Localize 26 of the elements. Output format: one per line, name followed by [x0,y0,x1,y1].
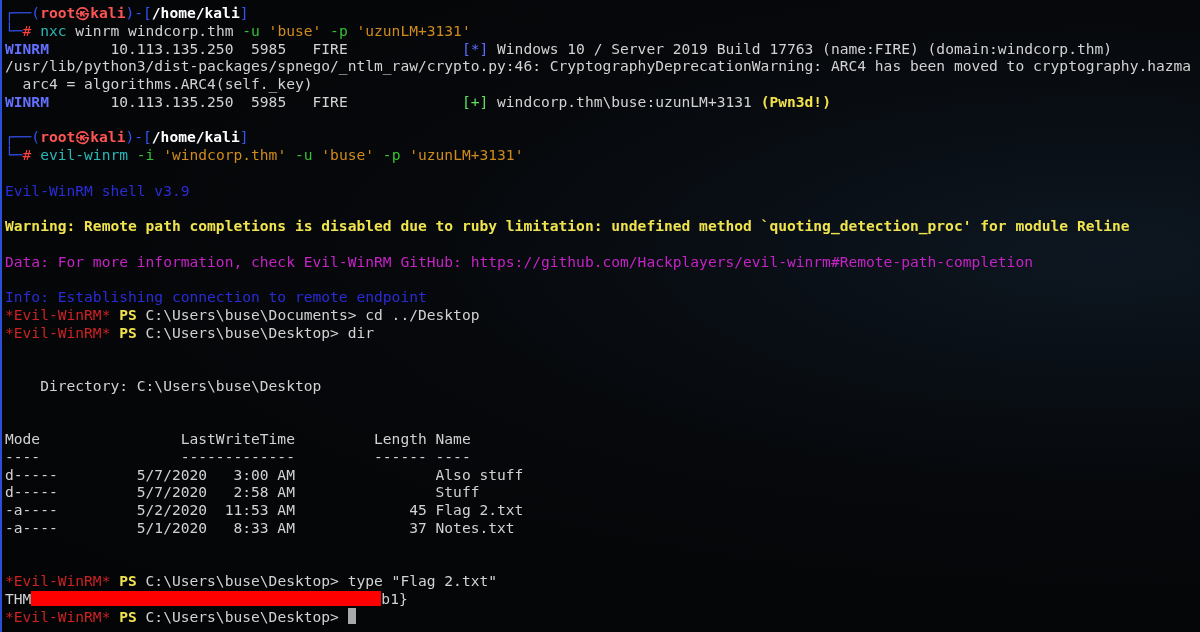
terminal-line: *Evil-WinRM* PS C:\Users\buse\Desktop> dir [5,323,376,342]
terminal-line: └─# nxc winrm windcorp.thm -u 'buse' -p 'uzunLM+3131' [5,21,472,40]
terminal-line: WINRM 10.113.135.250 5985 FIRE [+] windcorp.thm\buse:uzunLM+3131 (Pwn3d!) [5,92,832,111]
terminal-line: Info: Establishing connection to remote endpoint [5,288,428,306]
terminal-line: Data: For more information, check Evil-WinRM GitHub: https://github.com/Hackplayers/evil-winrm#Remote-path-completion [5,252,1034,271]
terminal-line: ┌──(root㉿kali)-[/home/kali] [5,128,250,146]
terminal-line: arc4 = algorithms.ARC4(self._key) [21,75,314,93]
terminal-text: b1} [381,589,408,608]
terminal-text: *Evil-WinRM* PS C:\Users\buse\Desktop> [5,607,340,626]
terminal-line: Warning: Remote path completions is disabled due to ruby limitation: undefined method `quoting_detection_proc' for module Reline [5,217,1131,235]
terminal-line: /usr/lib/python3/dist-packages/spnego/_ntlm_raw/crypto.py:46: CryptographyDeprecationWarning: ARC4 has been moved to cryptography.hazma [5,57,1193,75]
terminal-line: └─# evil-winrm -i 'windcorp.thm' -u 'buse' -p 'uzunLM+3131' [5,146,525,164]
terminal-line: d----- 5/7/2020 2:58 AM Stuff [5,483,481,501]
terminal-line: -a---- 5/1/2020 8:33 AM 37 Notes.txt [5,518,516,537]
terminal-line: Evil-WinRM shell v3.9 [5,181,191,200]
terminal-line: *Evil-WinRM* PS C:\Users\buse\Documents> cd ../Desktop [5,305,481,324]
terminal-line: *Evil-WinRM* PS C:\Users\buse\Desktop> type "Flag 2.txt" [5,572,499,590]
terminal-line: -a---- 5/2/2020 11:53 AM 45 Flag 2.txt [5,501,525,519]
terminal-line: d----- 5/7/2020 3:00 AM Also stuff [5,465,525,484]
terminal-text: THM [5,589,32,608]
terminal-line: Mode LastWriteTime Length Name [5,430,472,448]
terminal-line: ┌──(root㉿kali)-[/home/kali] [5,4,250,22]
terminal-line: ---- ------------- ------ ---- [5,447,472,466]
cursor-icon [347,608,356,625]
terminal-line: WINRM 10.113.135.250 5985 FIRE [*] Windows 10 / Server 2019 Build 17763 (name:FIRE) (domain:windcorp.thm) [5,39,1114,58]
terminal-line: Directory: C:\Users\buse\Desktop [39,376,323,395]
